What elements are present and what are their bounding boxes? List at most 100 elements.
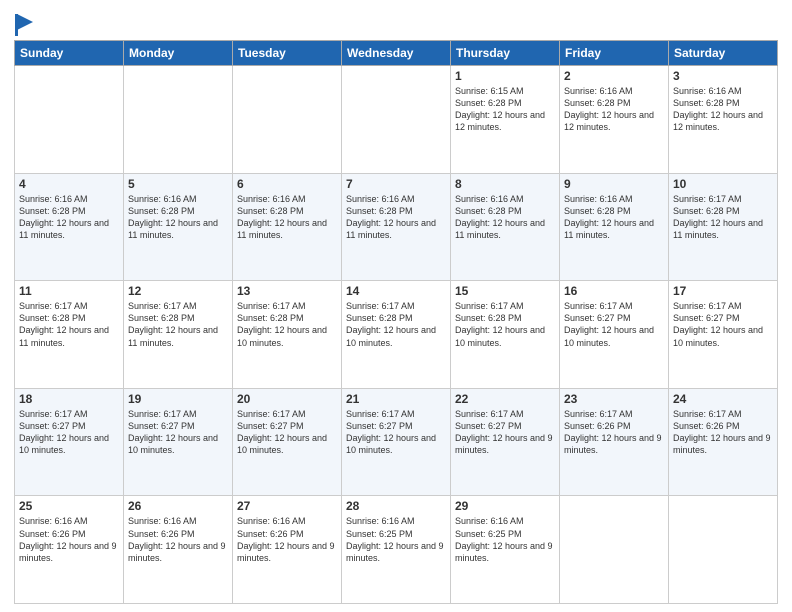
day-info: Sunrise: 6:16 AM Sunset: 6:28 PM Dayligh… xyxy=(564,193,664,242)
day-number: 22 xyxy=(455,392,555,406)
day-number: 5 xyxy=(128,177,228,191)
day-info: Sunrise: 6:17 AM Sunset: 6:26 PM Dayligh… xyxy=(673,408,773,457)
calendar-cell xyxy=(560,496,669,604)
day-header-tuesday: Tuesday xyxy=(233,41,342,66)
day-info: Sunrise: 6:17 AM Sunset: 6:26 PM Dayligh… xyxy=(564,408,664,457)
day-number: 14 xyxy=(346,284,446,298)
day-number: 27 xyxy=(237,499,337,513)
day-info: Sunrise: 6:16 AM Sunset: 6:25 PM Dayligh… xyxy=(455,515,555,564)
day-number: 29 xyxy=(455,499,555,513)
calendar-cell: 7 Sunrise: 6:16 AM Sunset: 6:28 PM Daylig… xyxy=(342,173,451,281)
calendar-cell: 5 Sunrise: 6:16 AM Sunset: 6:28 PM Daylig… xyxy=(124,173,233,281)
day-number: 13 xyxy=(237,284,337,298)
day-info: Sunrise: 6:17 AM Sunset: 6:28 PM Dayligh… xyxy=(237,300,337,349)
calendar-week-3: 11 Sunrise: 6:17 AM Sunset: 6:28 PM Dayli… xyxy=(15,281,778,389)
calendar-week-2: 4 Sunrise: 6:16 AM Sunset: 6:28 PM Daylig… xyxy=(15,173,778,281)
day-number: 9 xyxy=(564,177,664,191)
day-header-monday: Monday xyxy=(124,41,233,66)
day-info: Sunrise: 6:16 AM Sunset: 6:28 PM Dayligh… xyxy=(346,193,446,242)
calendar-cell: 1 Sunrise: 6:15 AM Sunset: 6:28 PM Daylig… xyxy=(451,66,560,174)
day-header-thursday: Thursday xyxy=(451,41,560,66)
calendar-cell: 23 Sunrise: 6:17 AM Sunset: 6:26 PM Dayli… xyxy=(560,388,669,496)
day-number: 6 xyxy=(237,177,337,191)
calendar-cell: 20Sunrise: 6:17 AM Sunset: 6:27 PM Dayli… xyxy=(233,388,342,496)
day-number: 19 xyxy=(128,392,228,406)
calendar-cell: 21 Sunrise: 6:17 AM Sunset: 6:27 PM Dayli… xyxy=(342,388,451,496)
calendar-cell xyxy=(15,66,124,174)
calendar-cell xyxy=(669,496,778,604)
calendar-cell xyxy=(342,66,451,174)
calendar-cell xyxy=(233,66,342,174)
calendar-cell: 24Sunrise: 6:17 AM Sunset: 6:26 PM Dayli… xyxy=(669,388,778,496)
day-info: Sunrise: 6:16 AM Sunset: 6:28 PM Dayligh… xyxy=(128,193,228,242)
calendar-week-1: 1 Sunrise: 6:15 AM Sunset: 6:28 PM Daylig… xyxy=(15,66,778,174)
day-info: Sunrise: 6:16 AM Sunset: 6:28 PM Dayligh… xyxy=(673,85,773,134)
calendar-cell: 14 Sunrise: 6:17 AM Sunset: 6:28 PM Dayli… xyxy=(342,281,451,389)
calendar-cell: 25 Sunrise: 6:16 AM Sunset: 6:26 PM Dayli… xyxy=(15,496,124,604)
calendar-cell: 15 Sunrise: 6:17 AM Sunset: 6:28 PM Dayli… xyxy=(451,281,560,389)
calendar-cell: 4 Sunrise: 6:16 AM Sunset: 6:28 PM Daylig… xyxy=(15,173,124,281)
calendar-cell: 13 Sunrise: 6:17 AM Sunset: 6:28 PM Dayli… xyxy=(233,281,342,389)
calendar-header-row: SundayMondayTuesdayWednesdayThursdayFrid… xyxy=(15,41,778,66)
calendar-cell: 22Sunrise: 6:17 AM Sunset: 6:27 PM Dayli… xyxy=(451,388,560,496)
day-info: Sunrise: 6:17 AM Sunset: 6:28 PM Dayligh… xyxy=(19,300,119,349)
logo-icon xyxy=(15,14,33,36)
calendar-cell: 12 Sunrise: 6:17 AM Sunset: 6:28 PM Dayli… xyxy=(124,281,233,389)
day-number: 28 xyxy=(346,499,446,513)
day-number: 4 xyxy=(19,177,119,191)
day-info: Sunrise: 6:16 AM Sunset: 6:28 PM Dayligh… xyxy=(19,193,119,242)
calendar-cell: 9 Sunrise: 6:16 AM Sunset: 6:28 PM Daylig… xyxy=(560,173,669,281)
day-number: 12 xyxy=(128,284,228,298)
logo xyxy=(14,14,33,36)
day-info: Sunrise: 6:15 AM Sunset: 6:28 PM Dayligh… xyxy=(455,85,555,134)
day-number: 3 xyxy=(673,69,773,83)
day-number: 1 xyxy=(455,69,555,83)
day-info: Sunrise: 6:16 AM Sunset: 6:26 PM Dayligh… xyxy=(19,515,119,564)
day-info: Sunrise: 6:16 AM Sunset: 6:28 PM Dayligh… xyxy=(237,193,337,242)
calendar-cell: 3 Sunrise: 6:16 AM Sunset: 6:28 PM Daylig… xyxy=(669,66,778,174)
day-header-saturday: Saturday xyxy=(669,41,778,66)
day-info: Sunrise: 6:17 AM Sunset: 6:27 PM Dayligh… xyxy=(346,408,446,457)
day-number: 20 xyxy=(237,392,337,406)
page: SundayMondayTuesdayWednesdayThursdayFrid… xyxy=(0,0,792,612)
day-number: 23 xyxy=(564,392,664,406)
day-number: 21 xyxy=(346,392,446,406)
calendar-week-4: 18 Sunrise: 6:17 AM Sunset: 6:27 PM Dayli… xyxy=(15,388,778,496)
day-number: 26 xyxy=(128,499,228,513)
day-number: 8 xyxy=(455,177,555,191)
calendar-cell: 27 Sunrise: 6:16 AM Sunset: 6:26 PM Dayli… xyxy=(233,496,342,604)
calendar-week-5: 25 Sunrise: 6:16 AM Sunset: 6:26 PM Dayli… xyxy=(15,496,778,604)
day-number: 18 xyxy=(19,392,119,406)
calendar-cell: 19Sunrise: 6:17 AM Sunset: 6:27 PM Dayli… xyxy=(124,388,233,496)
day-number: 25 xyxy=(19,499,119,513)
day-header-wednesday: Wednesday xyxy=(342,41,451,66)
calendar-cell: 17Sunrise: 6:17 AM Sunset: 6:27 PM Dayli… xyxy=(669,281,778,389)
calendar-cell: 28Sunrise: 6:16 AM Sunset: 6:25 PM Dayli… xyxy=(342,496,451,604)
calendar-cell: 10Sunrise: 6:17 AM Sunset: 6:28 PM Dayli… xyxy=(669,173,778,281)
calendar-cell: 16Sunrise: 6:17 AM Sunset: 6:27 PM Dayli… xyxy=(560,281,669,389)
day-info: Sunrise: 6:16 AM Sunset: 6:26 PM Dayligh… xyxy=(237,515,337,564)
day-info: Sunrise: 6:16 AM Sunset: 6:28 PM Dayligh… xyxy=(455,193,555,242)
calendar-cell: 2Sunrise: 6:16 AM Sunset: 6:28 PM Daylig… xyxy=(560,66,669,174)
day-info: Sunrise: 6:17 AM Sunset: 6:27 PM Dayligh… xyxy=(19,408,119,457)
day-info: Sunrise: 6:17 AM Sunset: 6:27 PM Dayligh… xyxy=(673,300,773,349)
calendar-cell: 11 Sunrise: 6:17 AM Sunset: 6:28 PM Dayli… xyxy=(15,281,124,389)
day-header-sunday: Sunday xyxy=(15,41,124,66)
day-number: 7 xyxy=(346,177,446,191)
day-info: Sunrise: 6:16 AM Sunset: 6:28 PM Dayligh… xyxy=(564,85,664,134)
calendar-cell xyxy=(124,66,233,174)
day-info: Sunrise: 6:17 AM Sunset: 6:28 PM Dayligh… xyxy=(128,300,228,349)
day-number: 15 xyxy=(455,284,555,298)
calendar-cell: 8 Sunrise: 6:16 AM Sunset: 6:28 PM Daylig… xyxy=(451,173,560,281)
calendar-table: SundayMondayTuesdayWednesdayThursdayFrid… xyxy=(14,40,778,604)
calendar-cell: 18 Sunrise: 6:17 AM Sunset: 6:27 PM Dayli… xyxy=(15,388,124,496)
day-number: 11 xyxy=(19,284,119,298)
day-info: Sunrise: 6:17 AM Sunset: 6:28 PM Dayligh… xyxy=(346,300,446,349)
day-info: Sunrise: 6:16 AM Sunset: 6:26 PM Dayligh… xyxy=(128,515,228,564)
calendar-cell: 6 Sunrise: 6:16 AM Sunset: 6:28 PM Daylig… xyxy=(233,173,342,281)
calendar-cell: 26 Sunrise: 6:16 AM Sunset: 6:26 PM Dayli… xyxy=(124,496,233,604)
day-header-friday: Friday xyxy=(560,41,669,66)
top-section xyxy=(14,10,778,36)
day-number: 10 xyxy=(673,177,773,191)
day-info: Sunrise: 6:17 AM Sunset: 6:28 PM Dayligh… xyxy=(455,300,555,349)
